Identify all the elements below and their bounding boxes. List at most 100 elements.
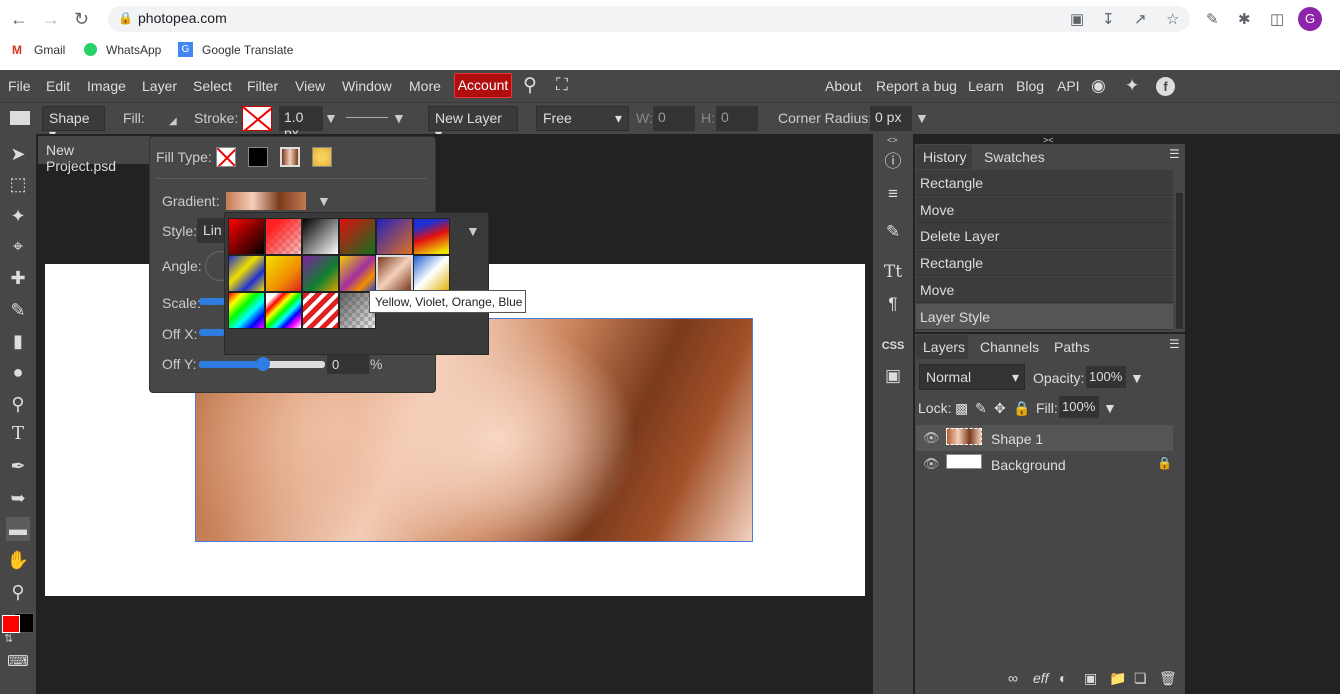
visibility-eye-icon[interactable]: 👁: [923, 456, 940, 472]
menu-api[interactable]: API: [1057, 78, 1080, 94]
image-icon[interactable]: ▣: [881, 364, 905, 388]
gradient-preset[interactable]: [228, 292, 265, 329]
rectangle-tool-icon[interactable]: ▬: [6, 517, 30, 541]
menu-image[interactable]: Image: [87, 78, 126, 94]
type-tool-icon[interactable]: T: [6, 422, 30, 446]
gradient-preset[interactable]: [413, 218, 450, 255]
foreground-color-swatch[interactable]: [2, 615, 20, 633]
history-menu-icon[interactable]: ☰: [1169, 147, 1180, 161]
twitter-icon[interactable]: ✦: [1125, 76, 1139, 96]
link-layers-icon[interactable]: ∞: [1008, 670, 1018, 686]
lock-position-icon[interactable]: ✥: [994, 400, 1006, 417]
gradient-preset-selected[interactable]: [376, 255, 413, 292]
gradient-preview[interactable]: [226, 192, 306, 210]
menu-layer[interactable]: Layer: [142, 78, 177, 94]
forward-icon[interactable]: →: [42, 9, 60, 30]
brush-tool-icon[interactable]: ✎: [6, 298, 30, 322]
history-item[interactable]: Move: [916, 277, 1173, 303]
account-button[interactable]: Account: [454, 73, 512, 98]
install-icon[interactable]: ↧: [1102, 10, 1115, 28]
gradient-preset[interactable]: [339, 218, 376, 255]
layer-mask-icon[interactable]: ▣: [1084, 670, 1097, 687]
dodge-tool-icon[interactable]: ⚲: [6, 392, 30, 416]
opacity-dropdown-icon[interactable]: ▼: [1130, 370, 1144, 386]
height-input[interactable]: 0: [716, 106, 758, 131]
magic-wand-tool-icon[interactable]: ✦: [6, 204, 30, 228]
gradient-preset[interactable]: [228, 255, 265, 292]
history-item[interactable]: Move: [916, 197, 1173, 223]
reload-icon[interactable]: ↻: [74, 9, 89, 30]
stroke-width-input[interactable]: 1.0 px: [279, 106, 323, 141]
bookmark-translate[interactable]: Google Translate: [202, 43, 293, 57]
stroke-width-dropdown-icon[interactable]: ▼: [324, 110, 338, 126]
bookmark-gmail[interactable]: Gmail: [34, 43, 65, 57]
info-icon[interactable]: ⓘ: [881, 150, 905, 174]
gradient-picker-menu-icon[interactable]: ▼: [466, 223, 480, 239]
fill-solid-swatch[interactable]: [248, 147, 268, 167]
opacity-input[interactable]: 100%: [1086, 366, 1126, 388]
stroke-swatch[interactable]: [242, 106, 272, 131]
constraint-select[interactable]: Free ▾: [536, 106, 629, 131]
gradient-preset[interactable]: [302, 218, 339, 255]
move-tool-icon[interactable]: ➤: [6, 142, 30, 166]
healing-tool-icon[interactable]: ✚: [6, 266, 30, 290]
brush-settings-icon[interactable]: ✎: [881, 220, 905, 244]
adjustments-icon[interactable]: ≡: [881, 182, 905, 206]
share-icon[interactable]: ↗: [1134, 10, 1147, 28]
menu-filter[interactable]: Filter: [247, 78, 278, 94]
marquee-tool-icon[interactable]: ⬚: [6, 172, 30, 196]
corner-radius-input[interactable]: 0 px: [870, 106, 912, 131]
path-select-tool-icon[interactable]: ➥: [6, 486, 30, 510]
layer-effects-icon[interactable]: eff: [1033, 670, 1049, 686]
keyboard-icon[interactable]: ⌨: [6, 650, 30, 674]
fill-opacity-input[interactable]: 100%: [1059, 396, 1099, 418]
pen-tool-icon[interactable]: ✒: [6, 454, 30, 478]
menu-about[interactable]: About: [825, 78, 862, 94]
layer-mode-select[interactable]: New Layer ▾: [428, 106, 518, 142]
gradient-preset[interactable]: [265, 218, 302, 255]
menu-window[interactable]: Window: [342, 78, 392, 94]
hand-tool-icon[interactable]: ✋: [6, 548, 30, 572]
bookmark-star-icon[interactable]: ☆: [1166, 10, 1179, 28]
tab-swatches[interactable]: Swatches: [984, 149, 1045, 165]
adjustment-layer-icon[interactable]: ◐: [1059, 670, 1067, 686]
url-text[interactable]: photopea.com: [138, 10, 227, 26]
fill-gradient-swatch[interactable]: [280, 147, 300, 167]
gradient-preset[interactable]: [228, 218, 265, 255]
layer-name[interactable]: Background: [991, 457, 1066, 473]
menu-view[interactable]: View: [295, 78, 325, 94]
layer-row-background[interactable]: 👁 Background 🔒: [916, 451, 1173, 477]
new-group-icon[interactable]: 📁: [1109, 670, 1126, 687]
menu-file[interactable]: File: [8, 78, 31, 94]
collapse-icon[interactable]: <>: [887, 135, 898, 145]
gradient-dropdown-icon[interactable]: ▼: [317, 193, 331, 209]
delete-layer-icon[interactable]: 🗑: [1159, 670, 1177, 687]
tab-channels[interactable]: Channels: [980, 339, 1039, 355]
stroke-style-dropdown-icon[interactable]: ▼: [392, 110, 406, 126]
eyedropper-ext-icon[interactable]: ✎: [1206, 10, 1219, 28]
gradient-preset[interactable]: [413, 255, 450, 292]
character-icon[interactable]: Tt: [881, 260, 905, 284]
gradient-tool-icon[interactable]: ▮: [6, 329, 30, 353]
offy-slider-knob[interactable]: [256, 357, 270, 371]
style-select[interactable]: Lin: [197, 218, 227, 243]
lock-transparency-icon[interactable]: ▩: [955, 400, 968, 417]
history-item[interactable]: Delete Layer: [916, 223, 1173, 249]
offx-slider[interactable]: [199, 329, 225, 336]
layers-menu-icon[interactable]: ☰: [1169, 337, 1180, 351]
fill-none-swatch[interactable]: [216, 147, 236, 167]
menu-learn[interactable]: Learn: [968, 78, 1004, 94]
menu-blog[interactable]: Blog: [1016, 78, 1044, 94]
new-layer-icon[interactable]: ❏: [1134, 670, 1147, 687]
back-icon[interactable]: ←: [10, 9, 28, 30]
layer-name[interactable]: Shape 1: [991, 431, 1043, 447]
visibility-eye-icon[interactable]: 👁: [923, 430, 940, 446]
gradient-preset[interactable]: [376, 218, 413, 255]
tab-history[interactable]: History: [923, 149, 967, 165]
history-item[interactable]: Rectangle: [916, 250, 1173, 276]
zoom-tool-icon[interactable]: ⚲: [6, 580, 30, 604]
offy-input[interactable]: 0: [327, 355, 369, 374]
fill-opacity-dropdown-icon[interactable]: ▼: [1103, 400, 1117, 416]
lock-paint-icon[interactable]: ✎: [975, 400, 987, 417]
stroke-style-line[interactable]: [346, 117, 388, 118]
